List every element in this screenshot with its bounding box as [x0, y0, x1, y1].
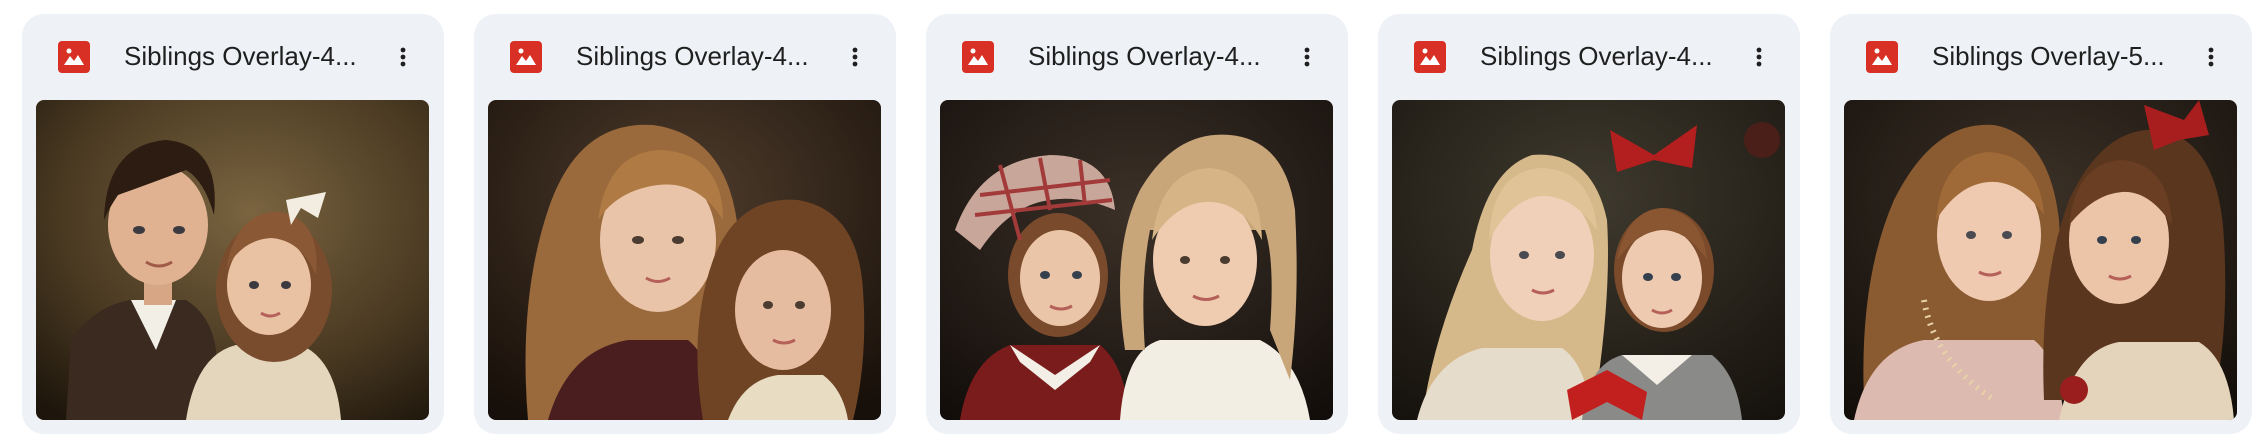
file-card-header: Siblings Overlay-4...: [1378, 14, 1800, 100]
file-card-header: Siblings Overlay-5...: [1830, 14, 2252, 100]
more-vert-icon: [852, 47, 858, 67]
file-card[interactable]: Siblings Overlay-4...: [926, 14, 1348, 434]
more-options-button[interactable]: [1736, 34, 1782, 80]
file-thumbnail[interactable]: [940, 100, 1333, 420]
thumbnail-image: [1844, 100, 2237, 420]
more-vert-icon: [400, 47, 406, 67]
file-thumbnail[interactable]: [488, 100, 881, 420]
file-card[interactable]: Siblings Overlay-5...: [1830, 14, 2252, 434]
file-grid: Siblings Overlay-4... Siblings Overlay-4…: [0, 0, 2268, 446]
thumbnail-image: [36, 100, 429, 420]
image-file-icon: [510, 41, 542, 73]
file-name[interactable]: Siblings Overlay-4...: [124, 38, 374, 74]
file-card[interactable]: Siblings Overlay-4...: [1378, 14, 1800, 434]
thumbnail-image: [1392, 100, 1785, 420]
more-vert-icon: [1756, 47, 1762, 67]
file-thumbnail[interactable]: [36, 100, 429, 420]
more-options-button[interactable]: [1284, 34, 1330, 80]
more-options-button[interactable]: [2188, 34, 2234, 80]
file-card[interactable]: Siblings Overlay-4...: [22, 14, 444, 434]
file-name[interactable]: Siblings Overlay-4...: [576, 38, 826, 74]
file-card-header: Siblings Overlay-4...: [474, 14, 896, 100]
image-file-icon: [1866, 41, 1898, 73]
image-file-icon: [1414, 41, 1446, 73]
file-name[interactable]: Siblings Overlay-4...: [1028, 38, 1278, 74]
file-card[interactable]: Siblings Overlay-4...: [474, 14, 896, 434]
more-vert-icon: [1304, 47, 1310, 67]
file-card-header: Siblings Overlay-4...: [926, 14, 1348, 100]
thumbnail-image: [488, 100, 881, 420]
file-thumbnail[interactable]: [1844, 100, 2237, 420]
more-vert-icon: [2208, 47, 2214, 67]
file-name[interactable]: Siblings Overlay-5...: [1932, 38, 2182, 74]
file-thumbnail[interactable]: [1392, 100, 1785, 420]
more-options-button[interactable]: [832, 34, 878, 80]
image-file-icon: [58, 41, 90, 73]
more-options-button[interactable]: [380, 34, 426, 80]
thumbnail-image: [940, 100, 1333, 420]
image-file-icon: [962, 41, 994, 73]
file-card-header: Siblings Overlay-4...: [22, 14, 444, 100]
file-name[interactable]: Siblings Overlay-4...: [1480, 38, 1730, 74]
